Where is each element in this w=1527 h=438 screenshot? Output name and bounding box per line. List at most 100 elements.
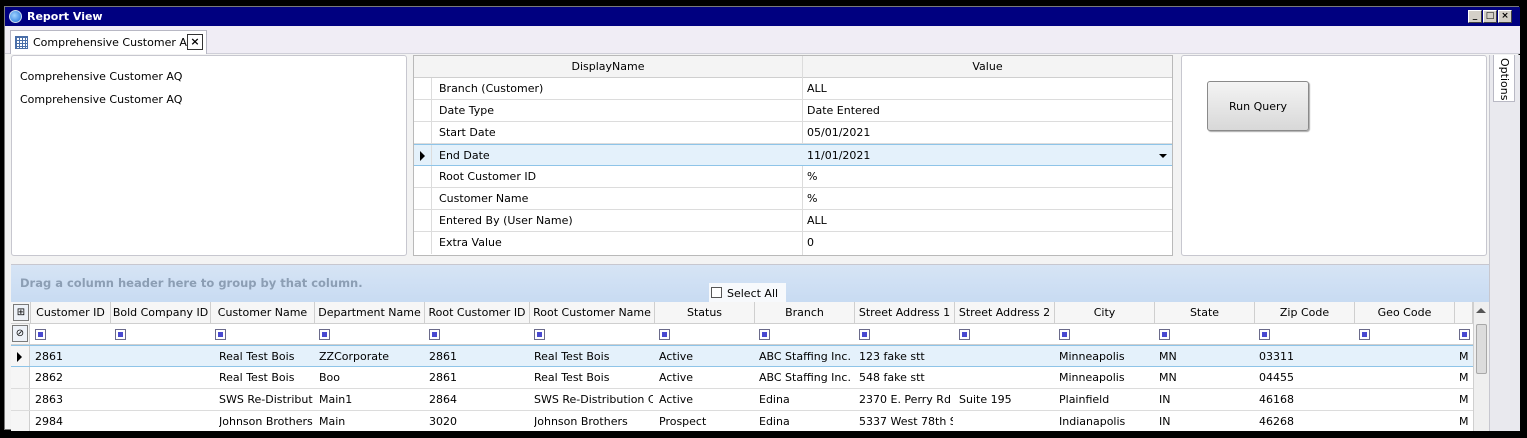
- cell-city[interactable]: Minneapolis: [1059, 350, 1153, 363]
- param-value[interactable]: 0: [807, 236, 814, 249]
- cell-customer-id[interactable]: 2861: [35, 350, 109, 363]
- cell-street-address-1[interactable]: 2370 E. Perry Rd: [859, 393, 953, 406]
- column-header[interactable]: Root Customer ID: [425, 302, 530, 324]
- cell-status[interactable]: Active: [659, 371, 753, 384]
- run-query-button[interactable]: Run Query: [1207, 81, 1309, 131]
- tab-close-button[interactable]: ×: [187, 34, 203, 50]
- cell-root-customer-name[interactable]: Real Test Bois: [534, 371, 653, 384]
- cell-state[interactable]: IN: [1159, 393, 1253, 406]
- cell-street-address-2[interactable]: Suite 195: [959, 393, 1053, 406]
- param-row[interactable]: Start Date 05/01/2021: [414, 122, 1172, 144]
- cell-department-name[interactable]: ZZCorporate: [319, 350, 423, 363]
- filter-icon[interactable]: [1159, 329, 1170, 340]
- scroll-thumb[interactable]: [1476, 324, 1487, 374]
- column-header[interactable]: Bold Company ID: [111, 302, 211, 324]
- filter-icon[interactable]: [1259, 329, 1270, 340]
- report-list-item[interactable]: Comprehensive Customer AQ: [20, 70, 182, 83]
- table-row[interactable]: 2863 SWS Re-Distributi Main1 2864 SWS Re…: [11, 389, 1473, 411]
- minimize-button[interactable]: _: [1468, 10, 1482, 23]
- cell-status[interactable]: Prospect: [659, 415, 753, 428]
- cell-state[interactable]: IN: [1159, 415, 1253, 428]
- group-by-panel[interactable]: Drag a column header here to group by th…: [11, 265, 1489, 303]
- param-value[interactable]: %: [807, 170, 817, 183]
- row-selector[interactable]: [11, 367, 30, 388]
- cell-city[interactable]: Minneapolis: [1059, 371, 1153, 384]
- column-header[interactable]: Street Address 1: [855, 302, 955, 324]
- param-row[interactable]: Root Customer ID %: [414, 166, 1172, 188]
- column-header[interactable]: Status: [655, 302, 755, 324]
- column-header[interactable]: Branch: [755, 302, 855, 324]
- cell-customer-name[interactable]: Johnson Brothers: [219, 415, 313, 428]
- close-button[interactable]: ×: [1498, 10, 1512, 23]
- filter-icon[interactable]: [115, 329, 126, 340]
- cell-root-customer-id[interactable]: 3020: [429, 415, 528, 428]
- cell-customer-name[interactable]: Real Test Bois: [219, 350, 313, 363]
- cell-zip-code[interactable]: 46268: [1259, 415, 1353, 428]
- param-row[interactable]: Branch (Customer) ALL: [414, 78, 1172, 100]
- filter-icon[interactable]: [215, 329, 226, 340]
- cell-branch[interactable]: ABC Staffing Inc.: [759, 350, 853, 363]
- cell-zip-code[interactable]: 04455: [1259, 371, 1353, 384]
- filter-icon[interactable]: [859, 329, 870, 340]
- tab-comprehensive-customer[interactable]: Comprehensive Customer AQ ×: [10, 30, 207, 54]
- cell-truncated[interactable]: M: [1459, 350, 1471, 363]
- cell-state[interactable]: MN: [1159, 350, 1253, 363]
- filter-icon[interactable]: [959, 329, 970, 340]
- column-header[interactable]: State: [1155, 302, 1255, 324]
- cell-department-name[interactable]: Boo: [319, 371, 423, 384]
- filter-icon[interactable]: [1359, 329, 1370, 340]
- checkbox-icon[interactable]: [711, 287, 722, 298]
- filter-icon[interactable]: [1459, 329, 1470, 340]
- cell-zip-code[interactable]: 46168: [1259, 393, 1353, 406]
- cell-customer-id[interactable]: 2862: [35, 371, 109, 384]
- cell-root-customer-id[interactable]: 2861: [429, 350, 528, 363]
- param-value[interactable]: 05/01/2021: [807, 126, 870, 139]
- column-header[interactable]: Street Address 2: [955, 302, 1055, 324]
- cell-root-customer-name[interactable]: Johnson Brothers: [534, 415, 653, 428]
- column-header-value[interactable]: Value: [803, 56, 1172, 78]
- table-row[interactable]: 2984 Johnson Brothers Main 3020 Johnson …: [11, 411, 1473, 431]
- filter-icon[interactable]: [429, 329, 440, 340]
- cell-zip-code[interactable]: 03311: [1259, 350, 1353, 363]
- filter-icon[interactable]: [759, 329, 770, 340]
- column-header[interactable]: City: [1055, 302, 1155, 324]
- options-tab[interactable]: Options: [1493, 55, 1515, 102]
- cell-customer-name[interactable]: SWS Re-Distributi: [219, 393, 313, 406]
- cell-state[interactable]: MN: [1159, 371, 1253, 384]
- column-chooser-icon[interactable]: ⊞: [13, 304, 29, 321]
- cell-customer-id[interactable]: 2863: [35, 393, 109, 406]
- column-header[interactable]: Department Name: [315, 302, 425, 324]
- table-row[interactable]: 2861 Real Test Bois ZZCorporate 2861 Rea…: [11, 345, 1473, 367]
- column-header[interactable]: Customer ID: [31, 302, 111, 324]
- cell-customer-name[interactable]: Real Test Bois: [219, 371, 313, 384]
- cell-department-name[interactable]: Main: [319, 415, 423, 428]
- column-header[interactable]: Zip Code: [1255, 302, 1355, 324]
- column-header-displayname[interactable]: DisplayName: [414, 56, 802, 78]
- param-value[interactable]: ALL: [807, 214, 827, 227]
- param-value[interactable]: 11/01/2021: [807, 149, 870, 162]
- column-header[interactable]: [1455, 302, 1473, 324]
- cell-truncated[interactable]: M: [1459, 393, 1471, 406]
- param-value[interactable]: Date Entered: [807, 104, 880, 117]
- column-header[interactable]: Customer Name: [211, 302, 315, 324]
- cell-branch[interactable]: Edina: [759, 393, 853, 406]
- scroll-up-icon[interactable]: [1476, 308, 1486, 313]
- column-header[interactable]: Geo Code: [1355, 302, 1455, 324]
- cell-root-customer-name[interactable]: SWS Re-Distribution C: [534, 393, 653, 406]
- cell-customer-id[interactable]: 2984: [35, 415, 109, 428]
- title-bar[interactable]: Report View _ □ ×: [5, 7, 1520, 26]
- param-row[interactable]: Extra Value 0: [414, 232, 1172, 254]
- filter-icon[interactable]: [319, 329, 330, 340]
- row-selector[interactable]: [11, 346, 30, 366]
- cell-status[interactable]: Active: [659, 393, 753, 406]
- cell-status[interactable]: Active: [659, 350, 753, 363]
- cell-root-customer-id[interactable]: 2864: [429, 393, 528, 406]
- cell-street-address-1[interactable]: 5337 West 78th St: [859, 415, 953, 428]
- cell-street-address-1[interactable]: 123 fake stt: [859, 350, 953, 363]
- param-row[interactable]: Customer Name %: [414, 188, 1172, 210]
- row-selector[interactable]: [11, 411, 30, 431]
- filter-icon[interactable]: [534, 329, 545, 340]
- param-value[interactable]: ALL: [807, 82, 827, 95]
- filter-icon[interactable]: [659, 329, 670, 340]
- select-all-checkbox[interactable]: Select All: [709, 283, 786, 303]
